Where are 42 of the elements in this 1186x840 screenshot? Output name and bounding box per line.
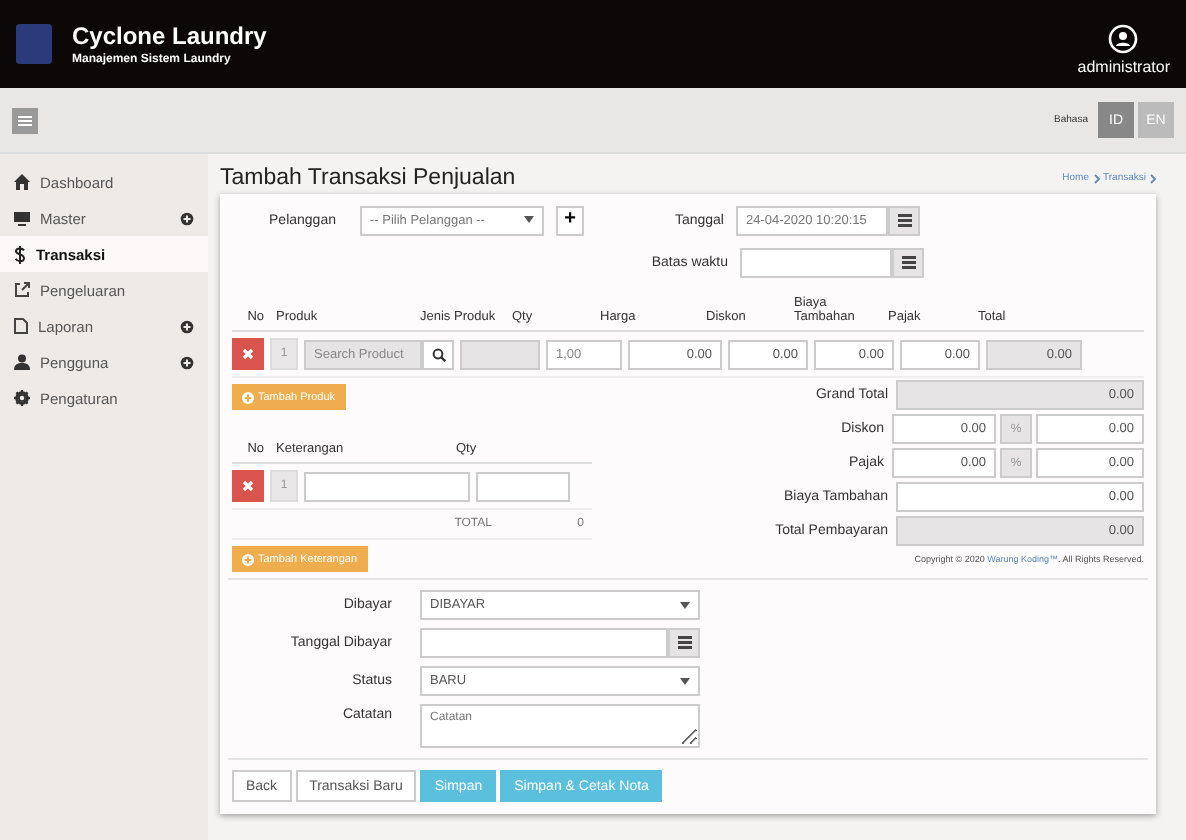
expand-icon — [180, 319, 194, 333]
dropdown-icon — [680, 677, 690, 685]
search-button[interactable] — [422, 339, 454, 369]
gear-icon — [14, 390, 30, 406]
plus-icon — [242, 553, 254, 565]
close-icon — [242, 480, 254, 492]
app-title: Cyclone Laundry — [72, 22, 267, 50]
expand-icon — [180, 355, 194, 369]
due-date-field[interactable] — [740, 247, 892, 277]
calendar-button[interactable] — [888, 205, 920, 235]
add-customer-button[interactable]: + — [556, 205, 584, 235]
logo-icon — [16, 24, 52, 64]
menu-button[interactable] — [12, 107, 38, 133]
paid-date-field[interactable] — [420, 628, 668, 658]
qty-field[interactable] — [476, 471, 570, 501]
calendar-icon — [897, 213, 911, 227]
file-icon — [14, 318, 28, 334]
delete-button[interactable] — [232, 470, 264, 502]
chevron-icon — [1150, 173, 1156, 183]
home-icon — [14, 174, 30, 190]
user-icon — [14, 354, 30, 370]
search-icon — [431, 347, 445, 361]
dollar-icon — [14, 245, 26, 263]
external-link-icon — [14, 282, 30, 298]
dropdown-icon — [680, 601, 690, 609]
monitor-icon — [14, 210, 30, 226]
dropdown-icon — [524, 216, 534, 224]
user-avatar-icon[interactable] — [1108, 24, 1139, 54]
calendar-button[interactable] — [668, 628, 700, 658]
page-title: Tambah Transaksi Penjualan — [220, 166, 516, 190]
calendar-icon — [901, 255, 915, 269]
description-field[interactable] — [304, 471, 470, 501]
expand-icon — [180, 211, 194, 225]
username[interactable]: administrator — [1077, 58, 1170, 76]
chevron-icon — [1093, 173, 1099, 183]
close-icon — [242, 348, 254, 360]
calendar-icon — [677, 636, 691, 650]
plus-icon — [242, 391, 254, 403]
delete-button[interactable] — [232, 338, 264, 370]
menu-icon — [18, 115, 32, 125]
product-type-field — [460, 339, 540, 369]
calendar-button[interactable] — [892, 247, 924, 277]
